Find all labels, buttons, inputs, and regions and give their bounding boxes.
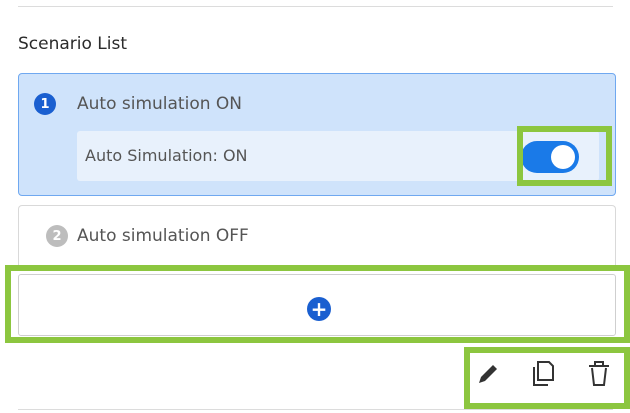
auto-simulation-setting-label: Auto Simulation: ON: [85, 146, 248, 165]
scenario-label: Auto simulation OFF: [77, 226, 249, 246]
highlight-toggle-frame: [517, 126, 612, 186]
highlight-add-frame: [5, 265, 630, 343]
section-title: Scenario List: [18, 34, 128, 54]
top-divider: [18, 6, 613, 7]
scenario-number-badge: 1: [34, 93, 56, 115]
scenario-item-2[interactable]: 2 Auto simulation OFF: [18, 205, 616, 271]
bottom-divider: [18, 409, 613, 410]
highlight-actions-frame: [464, 347, 630, 409]
scenario-number-badge: 2: [46, 225, 68, 247]
scenario-label: Auto simulation ON: [77, 94, 242, 114]
